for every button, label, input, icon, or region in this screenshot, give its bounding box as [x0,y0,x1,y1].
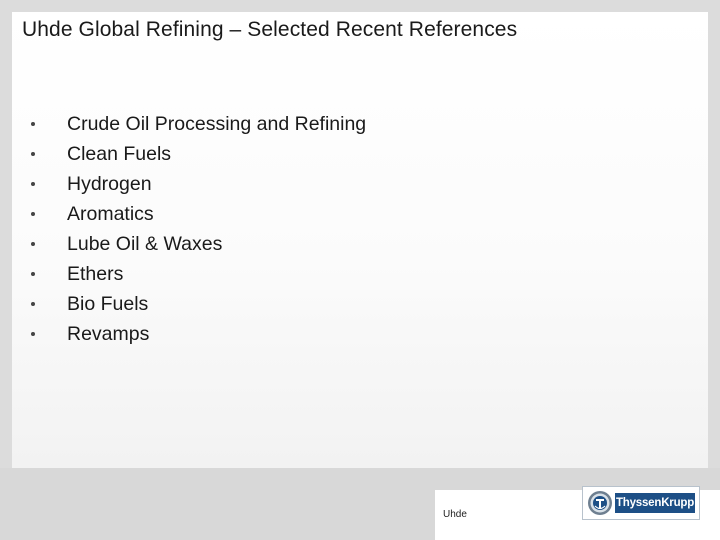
list-item: Revamps [30,319,366,349]
list-item-label: Aromatics [67,203,154,225]
bullet-icon [31,332,35,336]
bullet-icon [31,122,35,126]
list-item-label: Hydrogen [67,173,152,195]
list-item: Ethers [30,259,366,289]
bullet-icon [31,182,35,186]
slide-title: Uhde Global Refining – Selected Recent R… [22,18,518,41]
company-label: Uhde [443,509,467,520]
list-item-label: Crude Oil Processing and Refining [67,113,367,135]
list-item: Aromatics [30,199,366,229]
bullet-list: Crude Oil Processing and Refining Clean … [30,109,366,349]
bullet-icon [31,242,35,246]
list-item: Crude Oil Processing and Refining [30,109,366,139]
list-item: Clean Fuels [30,139,366,169]
list-item-label: Bio Fuels [67,293,149,315]
thyssenkrupp-emblem-icon [588,491,612,515]
bullet-icon [31,302,35,306]
bullet-icon [31,152,35,156]
list-item: Hydrogen [30,169,366,199]
list-item: Lube Oil & Waxes [30,229,366,259]
bullet-icon [31,272,35,276]
list-item-label: Lube Oil & Waxes [67,233,223,255]
thyssenkrupp-logo: ThyssenKrupp [582,486,700,520]
list-item-label: Clean Fuels [67,143,172,165]
logo-wordmark: ThyssenKrupp [615,493,695,513]
bullet-icon [31,212,35,216]
list-item-label: Ethers [67,263,124,285]
list-item: Bio Fuels [30,289,366,319]
list-item-label: Revamps [67,323,150,345]
